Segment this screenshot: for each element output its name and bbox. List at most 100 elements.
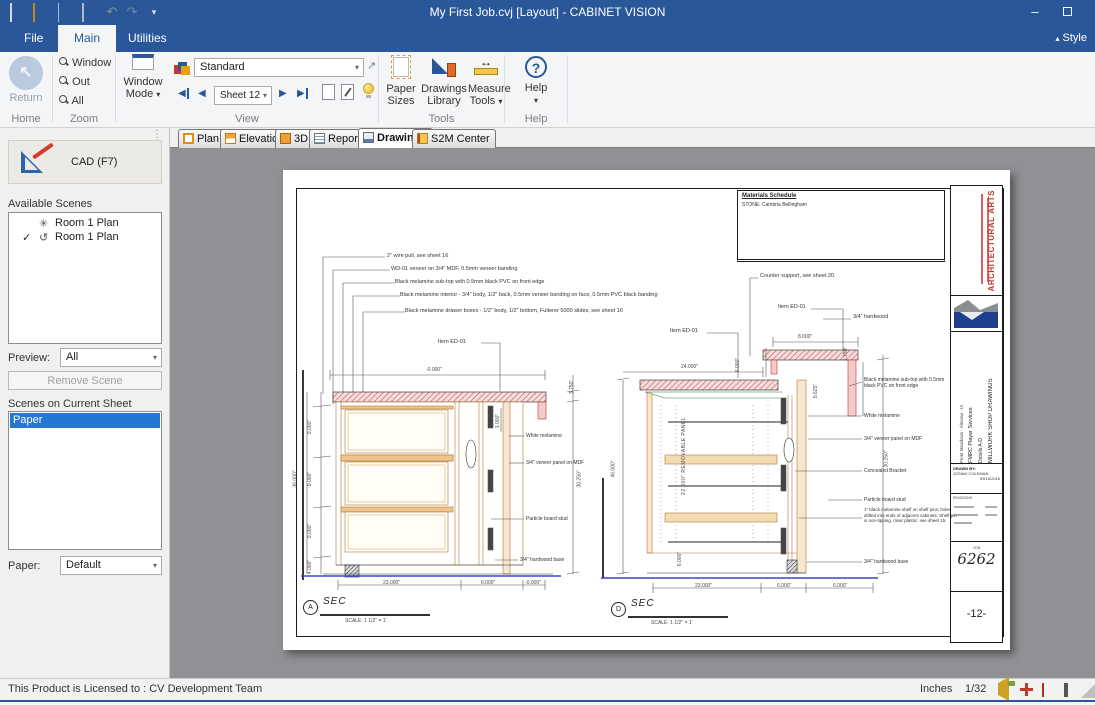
help-button[interactable]: ? Help▾ (515, 56, 557, 107)
drawn-by-box: DRAWN BY: JOSIAH COLEMAN 09/15/2016 (951, 464, 1002, 494)
scenes-on-sheet-list[interactable]: Paper (8, 411, 162, 550)
chevron-down-icon: ▾ (534, 96, 538, 105)
group-label-help: Help (505, 113, 567, 125)
window-mode-button[interactable]: WindowMode ▾ (120, 54, 166, 101)
drawings-library-icon (432, 55, 456, 79)
return-button[interactable]: Return (9, 56, 43, 104)
material-label: Black melamine sub-top with 0.5mm black … (864, 377, 956, 390)
item-callout: Item ED-01 (670, 328, 698, 334)
fit-view-icon[interactable]: ↗ (367, 59, 376, 72)
measure-tools-button[interactable]: ↔ MeasureTools ▾ (468, 55, 504, 108)
zoom-out-button[interactable]: Out (59, 76, 90, 88)
tab-main[interactable]: Main (58, 25, 116, 52)
maximize-button[interactable] (1059, 4, 1075, 20)
zoom-all-button[interactable]: All (59, 95, 84, 107)
reports-grid-icon (314, 133, 325, 144)
dimension-label: 9.000" (307, 524, 313, 538)
panel-options-icon[interactable]: ⋮ (152, 129, 162, 140)
dimension-label: 46.000" (611, 460, 617, 477)
section-d-linework (601, 278, 889, 593)
material-label: White melamine (864, 413, 900, 419)
plan-scene-icon: ✳ (39, 217, 48, 230)
available-scenes-list[interactable]: ✳ Room 1 Plan ✓ ↺ Room 1 Plan (8, 212, 162, 344)
item-callout: Item ED-01 (778, 304, 806, 310)
company-logo (951, 296, 1002, 332)
dimension-label: 6.000" (735, 358, 741, 372)
style-button[interactable]: ▴ Style (1055, 25, 1087, 52)
scene-style-icon (174, 60, 190, 76)
note-label: WD-01 veneer on 3/4" MDF, 0.5mm veneer b… (391, 266, 517, 272)
previous-sheet-button[interactable]: ◀ (198, 88, 206, 99)
group-label-tools: Tools (379, 113, 504, 125)
measure-tools-icon: ↔ (472, 55, 500, 79)
window-mode-icon (132, 54, 154, 70)
remove-scene-button[interactable]: Remove Scene (8, 371, 162, 390)
note-label: Black melamine sub-top with 0.5mm black … (395, 279, 545, 285)
material-label: White melamine (526, 433, 562, 439)
group-label-view: View (116, 113, 378, 125)
tab-utilities[interactable]: Utilities (112, 25, 183, 52)
drawings-icon (363, 132, 374, 143)
materials-row: STONE: Cambria Bellingham (742, 202, 807, 208)
dimension-label: 4.000" (307, 560, 313, 574)
window-title: My First Job.cvj [Layout] - CABINET VISI… (0, 5, 1095, 19)
job-number-box: JOB 6262 (951, 542, 1002, 592)
checkmark-icon: ✓ (22, 231, 31, 244)
paper-sizes-icon (391, 55, 411, 79)
snap-scale-indicator[interactable]: 1/32 (965, 683, 986, 695)
snap-toggle-icon[interactable] (998, 683, 1009, 695)
scene-style-combo[interactable]: Standard▾ (194, 58, 364, 77)
preview-combo[interactable]: All▾ (60, 348, 162, 367)
note-label: 3/4" hardwood (853, 314, 888, 320)
window-bottom-border (0, 700, 1095, 702)
note-label: Counter support, see sheet 20. (760, 273, 836, 279)
material-label: 3/4" hardwood base (520, 557, 564, 563)
lightbulb-icon[interactable] (363, 83, 374, 94)
resize-grip[interactable] (1081, 684, 1095, 698)
drawings-library-button[interactable]: DrawingsLibrary (420, 55, 468, 107)
note-label: Black melamine drawer boxes - 1/2" body,… (405, 308, 623, 314)
paper-combo[interactable]: Default▾ (60, 556, 162, 575)
section-scale: SCALE: 1 1/2" = 1' (651, 620, 693, 626)
scene-sheet-item-selected[interactable]: Paper (10, 413, 160, 428)
ribbon-group-tools: PaperSizes DrawingsLibrary ↔ MeasureTool… (379, 52, 504, 127)
sidebar-panel: ⋮ CAD (F7) Available Scenes ✳ Room 1 Pla… (0, 128, 170, 678)
section-scale: SCALE: 1 1/2" = 1' (345, 618, 387, 624)
last-sheet-button[interactable]: ▶ (297, 88, 308, 99)
material-label: 3/4" veneer panel on MDF (864, 436, 922, 442)
doc-tab-plan[interactable]: Plan (178, 129, 225, 148)
zoom-window-button[interactable]: Window (59, 57, 111, 69)
new-sheet-icon[interactable] (322, 84, 335, 100)
materials-schedule: Materials Schedule STONE: Cambria Bellin… (737, 190, 945, 262)
dimension-label: 30.250" (577, 470, 583, 487)
dimension-label: 23.000" (695, 583, 712, 589)
title-bar: ↶ ↷ ▾ My First Job.cvj [Layout] - CABINE… (0, 0, 1095, 25)
pages-view-icon[interactable] (1064, 684, 1068, 696)
edit-sheet-icon[interactable] (341, 84, 354, 100)
tab-file[interactable]: File (8, 25, 59, 52)
material-label: 3/4" veneer panel on MDF (526, 460, 584, 466)
dimension-label: 24.000" (681, 364, 698, 370)
chevron-up-icon: ▴ (1055, 34, 1059, 43)
section-a-linework (301, 257, 579, 590)
first-sheet-button[interactable]: ◀ (178, 88, 189, 99)
paper-sizes-button[interactable]: PaperSizes (382, 55, 420, 107)
chevron-down-icon: ▾ (156, 90, 160, 99)
ribbon: Return Home Window Out All Zoom WindowMo… (0, 52, 1095, 128)
minimize-button[interactable]: – (1027, 4, 1043, 20)
drawing-sheet[interactable]: Materials Schedule STONE: Cambria Bellin… (283, 170, 1010, 650)
return-icon (9, 56, 43, 90)
help-icon: ? (525, 56, 547, 78)
section-title: SEC (323, 596, 347, 607)
units-indicator[interactable]: Inches (920, 683, 952, 695)
job-number: 6262 (951, 550, 1002, 568)
dimension-label: 6.000" (481, 580, 495, 586)
grid-toggle-icon[interactable] (1042, 684, 1044, 696)
next-sheet-button[interactable]: ▶ (279, 88, 287, 99)
dimension-label: 1.750" (843, 347, 849, 361)
cad-button[interactable]: CAD (F7) (8, 140, 162, 184)
dimension-label: 23.000" (383, 580, 400, 586)
sheet-combo[interactable]: Sheet 12▾ (214, 86, 272, 105)
material-label: Particle board stud (864, 497, 906, 503)
doc-tab-s2m-center[interactable]: S2M Center (412, 129, 496, 148)
